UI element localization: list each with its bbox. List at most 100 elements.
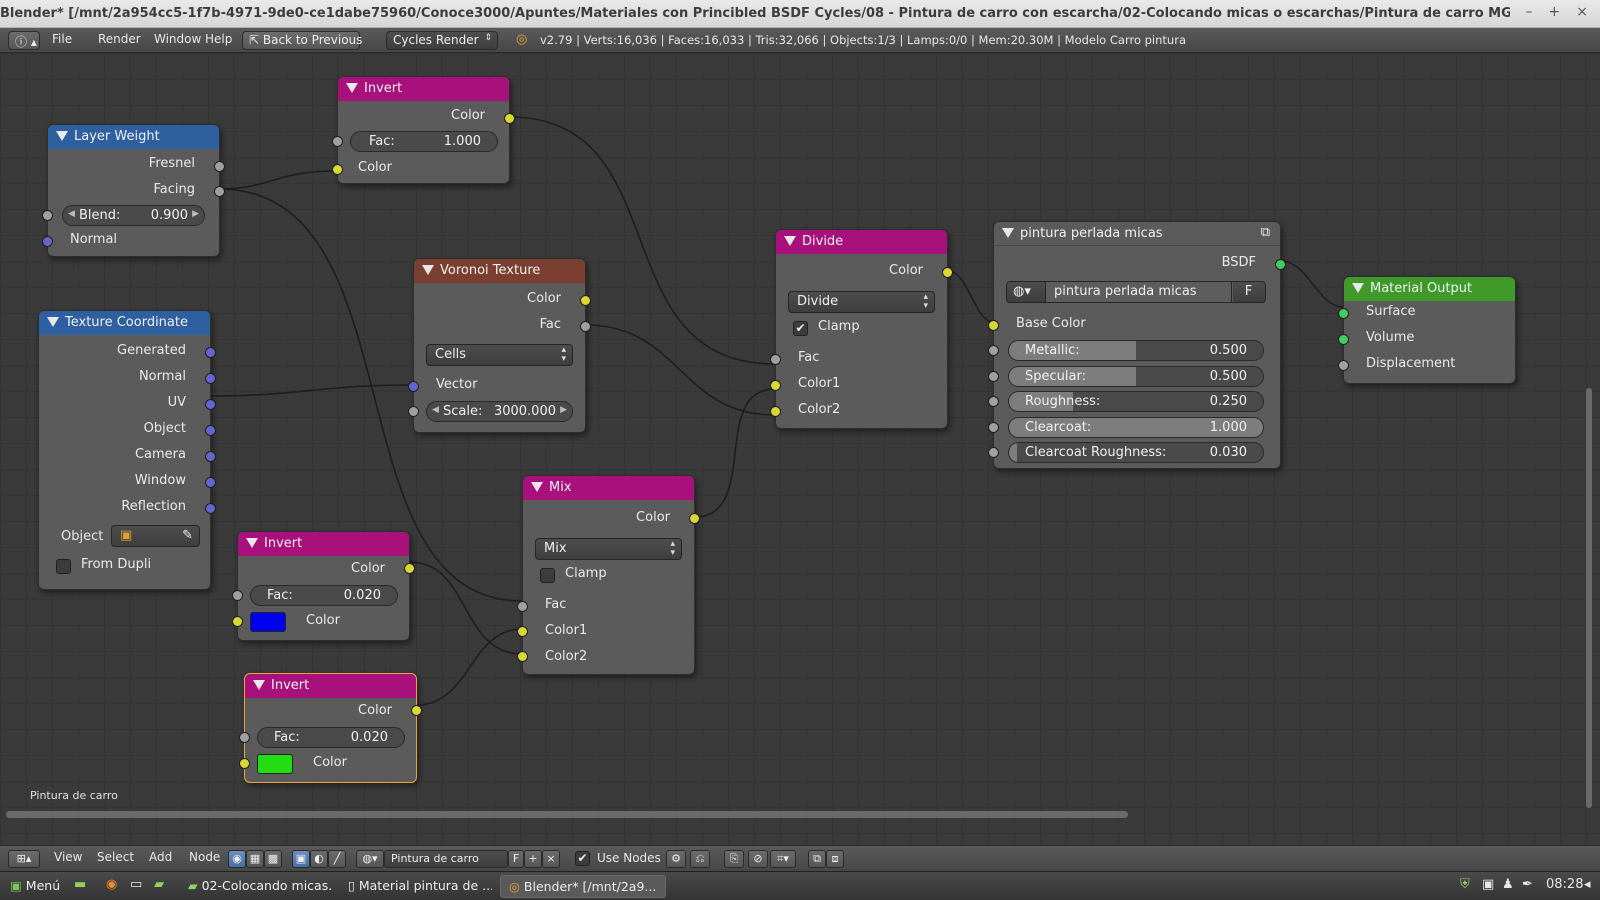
collapse-triangle-icon[interactable]	[56, 131, 68, 141]
node-divide[interactable]: Divide Color Divide ▴ ▾ ✔ Clamp Fac Color1…	[770, 229, 953, 429]
node-header[interactable]: Invert	[338, 77, 509, 101]
node-header[interactable]: Layer Weight	[48, 125, 219, 149]
fake-user-button[interactable]: F	[1231, 282, 1265, 302]
socket-output-uv[interactable]	[205, 399, 216, 410]
bsdf-param-slider[interactable]: Roughness: 0.250	[1008, 391, 1264, 412]
menu-help[interactable]: Help	[205, 32, 232, 46]
shield-icon[interactable]: ⛨	[1460, 877, 1470, 892]
material-name-field[interactable]: Pintura de carro	[384, 850, 508, 868]
scale-field[interactable]: ◀ Scale: 3000.000 ▶	[426, 401, 573, 422]
blend-type-dropdown[interactable]: Mix ▴ ▾	[535, 538, 682, 560]
socket-output-object[interactable]	[205, 425, 216, 436]
pen-icon[interactable]: ✒	[1522, 877, 1533, 892]
collapse-triangle-icon[interactable]	[346, 83, 358, 93]
socket-input-fac[interactable]	[232, 590, 243, 601]
task-folder[interactable]: ▰ 02-Colocando micas...	[180, 875, 332, 898]
socket-output-color[interactable]	[411, 705, 422, 716]
collapse-triangle-icon[interactable]	[531, 482, 543, 492]
node-header[interactable]: Texture Coordinate	[39, 311, 210, 335]
node-header[interactable]: pintura perlada micas ⧉	[994, 222, 1280, 246]
close-button[interactable]: ×	[1576, 4, 1588, 20]
menu-render[interactable]: Render	[98, 32, 141, 46]
editor-type-icon[interactable]: ⊞▴	[8, 850, 40, 868]
socket-input-vector[interactable]	[408, 381, 419, 392]
decrement-arrow-icon[interactable]: ◀	[68, 209, 75, 219]
menu-add[interactable]: Add	[149, 850, 172, 864]
network-icon[interactable]: ▣	[1482, 877, 1494, 892]
socket-output-normal[interactable]	[205, 373, 216, 384]
use-nodes-checkbox[interactable]: ✔	[575, 851, 590, 866]
world-shader-icon[interactable]: ◐	[310, 850, 328, 868]
collapse-triangle-icon[interactable]	[246, 538, 258, 548]
unlink-material-icon[interactable]: ×	[542, 850, 560, 868]
eyedropper-icon[interactable]: ✎	[182, 528, 193, 543]
paste-icon[interactable]: ⧈	[826, 850, 844, 868]
object-selector[interactable]: ▣ ✎	[111, 525, 200, 547]
editor-type-icon[interactable]: ⓘ ▴	[8, 31, 40, 50]
socket-input-displacement[interactable]	[1338, 360, 1349, 371]
line-style-icon[interactable]: ╱	[328, 850, 346, 868]
collapse-triangle-icon[interactable]	[47, 317, 59, 327]
socket-input-fac[interactable]	[239, 732, 250, 743]
fac-field[interactable]: Fac: 0.020	[250, 585, 398, 606]
node-invert-blue[interactable]: Invert Color Fac: 0.020 Color	[232, 531, 415, 641]
backdrop-icon[interactable]: ⚙	[666, 850, 686, 868]
blend-field[interactable]: ◀ Blend: 0.900 ▶	[62, 205, 205, 226]
terminal-icon[interactable]: ▭	[130, 877, 142, 892]
material-name-field[interactable]: pintura perlada micas	[1045, 282, 1233, 302]
socket-input-color1[interactable]	[770, 380, 781, 391]
socket-input-param[interactable]	[988, 421, 999, 433]
copy-nodes-icon[interactable]: ⎘	[724, 850, 744, 868]
socket-input-normal[interactable]	[42, 236, 53, 247]
node-voronoi-texture[interactable]: Voronoi Texture Color Fac Cells ▴ ▾ Vector…	[408, 258, 591, 433]
files-icon[interactable]: ▰	[154, 877, 164, 892]
socket-output-facing[interactable]	[214, 186, 225, 197]
socket-input-volume[interactable]	[1338, 334, 1349, 345]
bsdf-param-slider[interactable]: Metallic: 0.500	[1008, 340, 1264, 361]
socket-input-color[interactable]	[332, 164, 343, 175]
socket-input-color1[interactable]	[517, 626, 528, 637]
snap-icon[interactable]: ⌗▾	[770, 850, 796, 868]
collapse-triangle-icon[interactable]	[1352, 283, 1364, 293]
shader-nodes-icon[interactable]: ◉	[228, 850, 246, 868]
minimize-button[interactable]: –	[1526, 4, 1533, 20]
socket-input-fac[interactable]	[332, 136, 343, 147]
material-sphere-icon[interactable]: ◍▾	[1013, 284, 1031, 299]
node-invert-green[interactable]: Invert Color Fac: 0.020 Color	[239, 673, 422, 783]
node-mix[interactable]: Mix Color Mix ▴ ▾ Clamp Fac Color1 Color2	[517, 475, 700, 675]
node-header[interactable]: Material Output	[1344, 277, 1515, 301]
socket-output-color[interactable]	[504, 113, 515, 124]
collapse-triangle-icon[interactable]	[422, 265, 434, 275]
node-editor[interactable]: Invert Color Fac: 1.000 Color Layer Weigh…	[0, 53, 1600, 845]
menu-view[interactable]: View	[54, 850, 82, 864]
socket-output-window[interactable]	[205, 477, 216, 488]
collapse-triangle-icon[interactable]	[1002, 228, 1014, 238]
start-menu-button[interactable]: ▣ Menú	[2, 875, 64, 898]
operation-dropdown[interactable]: Divide ▴ ▾	[788, 291, 935, 313]
menu-node[interactable]: Node	[189, 850, 220, 864]
vertical-scrollbar[interactable]	[1586, 388, 1592, 808]
material-browse-icon[interactable]: ◍▾	[356, 850, 384, 868]
node-header[interactable]: Mix	[523, 476, 694, 500]
node-group-icon[interactable]: ⧉	[1261, 225, 1270, 240]
fake-user-button[interactable]: F	[508, 850, 524, 868]
menu-window[interactable]: Window	[154, 32, 201, 46]
user-icon[interactable]: ♟	[1502, 877, 1514, 892]
node-layer-weight[interactable]: Layer Weight Fresnel Facing ◀ Blend: 0.900…	[42, 124, 225, 257]
socket-output-color[interactable]	[404, 563, 415, 574]
maximize-button[interactable]: +	[1549, 4, 1561, 20]
socket-input-param[interactable]	[988, 396, 999, 407]
node-header[interactable]: Voronoi Texture	[414, 259, 585, 283]
volume-icon[interactable]: ◂	[1584, 877, 1591, 892]
socket-input-color2[interactable]	[517, 651, 528, 662]
socket-output-camera[interactable]	[205, 451, 216, 462]
socket-input-fac[interactable]	[517, 601, 528, 612]
socket-input-param[interactable]	[988, 345, 999, 356]
render-engine-dropdown[interactable]: Cycles Render ⇕	[386, 31, 498, 50]
socket-input-color2[interactable]	[770, 406, 781, 417]
socket-input-param[interactable]	[988, 447, 999, 458]
socket-output-generated[interactable]	[205, 347, 216, 358]
bsdf-param-slider[interactable]: Clearcoat Roughness: 0.030	[1008, 442, 1264, 463]
coloring-dropdown[interactable]: Cells ▴ ▾	[426, 344, 573, 366]
node-principled-bsdf[interactable]: pintura perlada micas ⧉ BSDF ◍▾ pintura p…	[988, 221, 1286, 469]
